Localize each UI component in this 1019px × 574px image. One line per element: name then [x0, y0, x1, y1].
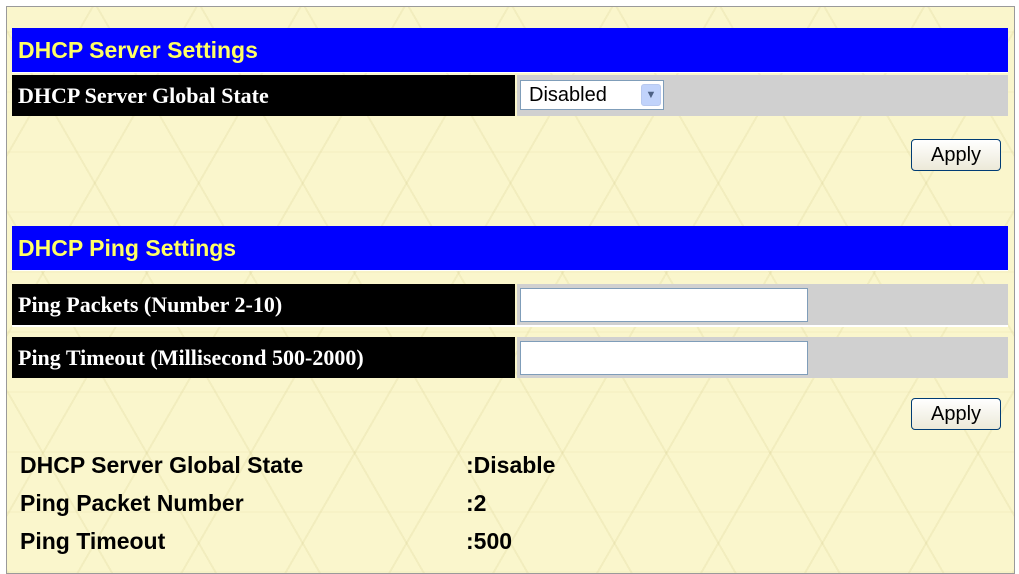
status-key: Ping Timeout	[20, 528, 166, 554]
ping-packets-cell	[517, 284, 1008, 325]
status-value: :2	[466, 490, 487, 516]
status-value: :500	[466, 528, 513, 554]
status-value: :Disable	[466, 452, 556, 478]
ping-packets-row: Ping Packets (Number 2-10)	[12, 284, 1008, 325]
global-state-selected-value: Disabled	[529, 84, 607, 106]
global-state-row: DHCP Server Global State Disabled ▼	[12, 75, 1008, 116]
ping-timeout-input[interactable]	[520, 341, 808, 375]
ping-packets-label: Ping Packets (Number 2-10)	[12, 284, 515, 325]
dhcp-server-settings-header: DHCP Server Settings	[12, 28, 1008, 73]
ping-timeout-label: Ping Timeout (Millisecond 500-2000)	[12, 337, 515, 378]
status-key: DHCP Server Global State	[20, 452, 304, 478]
dhcp-ping-settings-header: DHCP Ping Settings	[12, 226, 1008, 271]
server-apply-button[interactable]: Apply	[911, 139, 1001, 171]
global-state-select[interactable]: Disabled ▼	[520, 80, 664, 110]
global-state-label: DHCP Server Global State	[12, 75, 515, 116]
global-state-cell: Disabled ▼	[517, 75, 1008, 116]
ping-timeout-cell	[517, 337, 1008, 378]
ping-packets-input[interactable]	[520, 288, 808, 322]
ping-timeout-row: Ping Timeout (Millisecond 500-2000)	[12, 337, 1008, 378]
row-divider	[12, 325, 1008, 327]
chevron-down-icon[interactable]: ▼	[641, 84, 661, 106]
status-key: Ping Packet Number	[20, 490, 244, 516]
ping-apply-button[interactable]: Apply	[911, 398, 1001, 430]
